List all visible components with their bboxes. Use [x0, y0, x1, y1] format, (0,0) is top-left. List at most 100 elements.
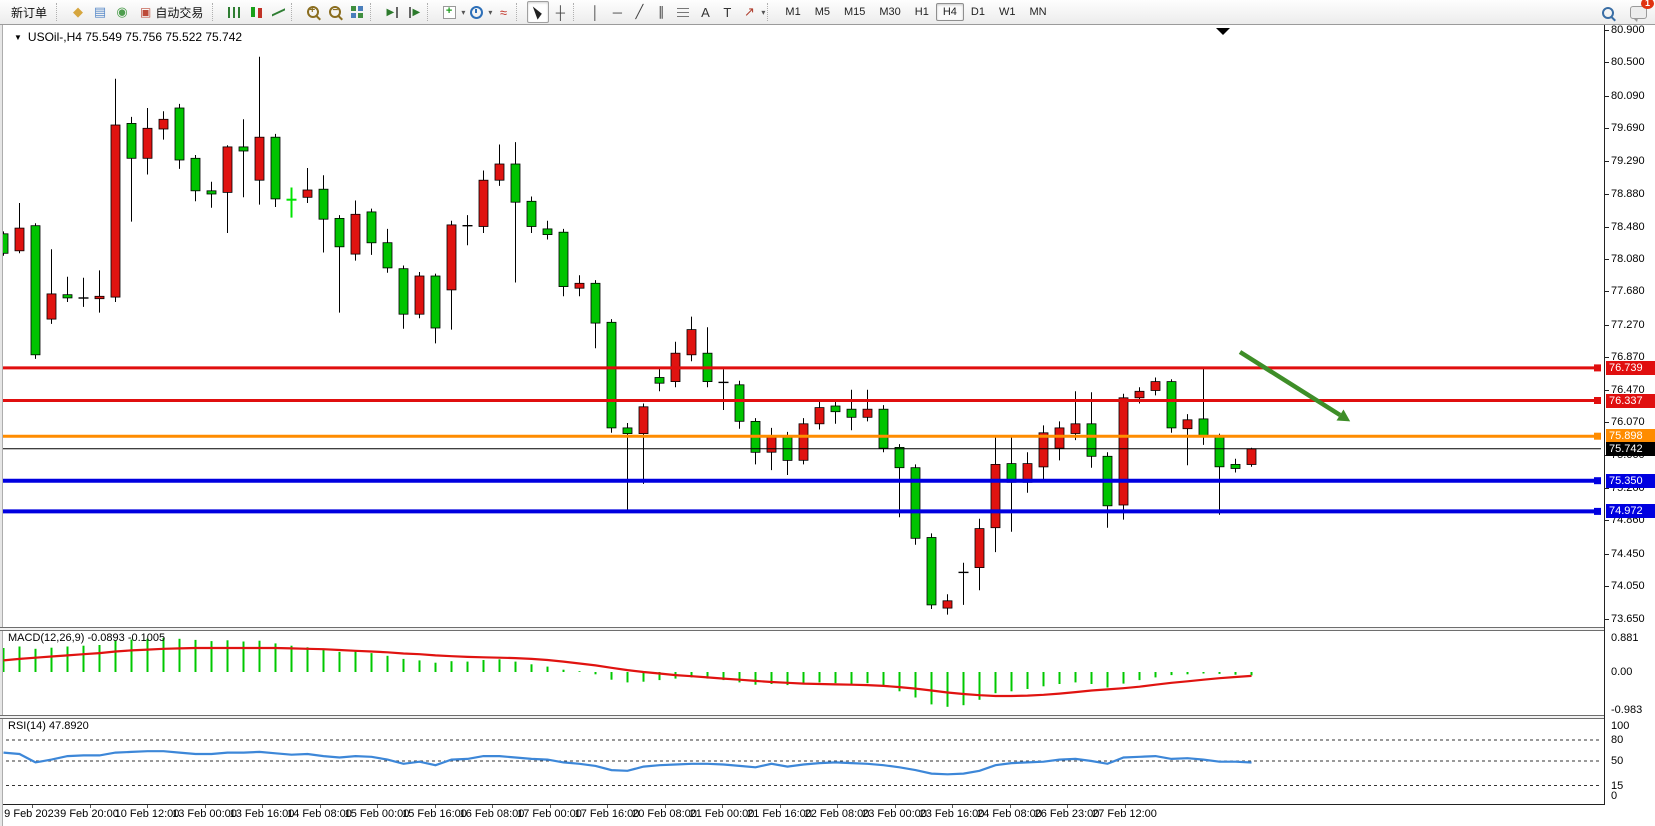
text-label-icon[interactable]: T — [716, 1, 738, 23]
trendline-icon[interactable]: ╱ — [628, 1, 650, 23]
dropdown-caret-icon[interactable]: ▾ — [761, 8, 765, 17]
time-label: 9 Feb 20:00 — [60, 808, 119, 820]
candlestick-chart-icon[interactable] — [245, 1, 267, 23]
axis-tick-label: 100 — [1611, 720, 1629, 732]
fibonacci-icon[interactable] — [672, 1, 694, 23]
time-label: 14 Feb 08:00 — [287, 808, 352, 820]
axis-tick-label: 74.450 — [1611, 548, 1645, 560]
zoom-in-icon[interactable] — [302, 1, 324, 23]
axis-tick-label: 0.881 — [1611, 632, 1639, 644]
toolbar-separator — [427, 3, 434, 21]
toolbar-separator — [767, 3, 774, 21]
zoom-out-icon[interactable] — [324, 1, 346, 23]
axis-tick-label: -0.983 — [1611, 704, 1642, 716]
time-label: 23 Feb 16:00 — [920, 808, 985, 820]
line-chart-icon[interactable] — [267, 1, 289, 23]
window-left-border — [0, 25, 3, 826]
new-chart-icon[interactable] — [438, 1, 460, 23]
macd-label: MACD(12,26,9) -0.0893 -0.1005 — [8, 632, 165, 644]
price-line-badge: 75.742 — [1606, 442, 1655, 456]
auto-trading-icon: ▣ — [140, 5, 151, 19]
timeframe-button-mn[interactable]: MN — [1022, 3, 1053, 21]
axis-tick-label: 0 — [1611, 790, 1617, 802]
time-label: 13 Feb 16:00 — [230, 808, 295, 820]
timeframe-button-m5[interactable]: M5 — [808, 3, 837, 21]
time-label: 15 Feb 16:00 — [402, 808, 467, 820]
time-axis-line — [0, 804, 1605, 805]
auto-scroll-icon[interactable]: ▶ — [381, 1, 403, 23]
axis-tick-label: 80 — [1611, 734, 1623, 746]
time-label: 10 Feb 12:00 — [115, 808, 180, 820]
time-label: 15 Feb 00:00 — [345, 808, 410, 820]
chart-shift-icon[interactable]: ▶ — [403, 1, 425, 23]
button-label: 新订单 — [11, 4, 47, 21]
equidistant-channel-icon[interactable]: ∥ — [650, 1, 672, 23]
chart-title[interactable]: ▼ USOil-,H4 75.549 75.756 75.522 75.742 — [14, 30, 242, 44]
time-label: 9 Feb 2023 — [4, 808, 60, 820]
axis-tick-label: 78.480 — [1611, 221, 1645, 233]
time-label: 27 Feb 12:00 — [1092, 808, 1157, 820]
market-watch-icon[interactable]: ◆ — [67, 1, 89, 23]
arrows-icon[interactable]: ↗ — [738, 1, 760, 23]
button-label: 自动交易 — [155, 4, 203, 21]
arrow-annotation[interactable] — [1240, 352, 1350, 421]
timeframe-button-m15[interactable]: M15 — [837, 3, 872, 21]
crosshair-icon[interactable]: ┼ — [549, 1, 571, 23]
chat-notifications-icon[interactable]: 1 — [1627, 2, 1649, 24]
axis-tick-label: 0.00 — [1611, 666, 1632, 678]
timeframe-button-m1[interactable]: M1 — [778, 3, 807, 21]
text-icon[interactable]: A — [694, 1, 716, 23]
price-line-badge: 74.972 — [1606, 504, 1655, 518]
signals-icon[interactable]: ◉ — [111, 1, 133, 23]
candles — [0, 57, 1256, 615]
chart-window-icon[interactable]: ▤ — [89, 1, 111, 23]
price-line-badge: 76.337 — [1606, 394, 1655, 408]
time-label: 20 Feb 08:00 — [632, 808, 697, 820]
bar-chart-icon[interactable] — [223, 1, 245, 23]
rsi-indicator-pane[interactable] — [0, 718, 1604, 804]
timeframe-button-h4[interactable]: H4 — [936, 3, 964, 21]
toolbar-separator — [56, 3, 63, 21]
cursor-icon[interactable] — [527, 1, 549, 23]
toolbar-separator — [573, 3, 580, 21]
rsi-level-lines — [0, 740, 1601, 786]
pane-splitter[interactable] — [0, 627, 1604, 631]
toolbar: 新订单◆▤◉▣自动交易▶▶▾▾≈┼│─╱∥AT↗▾M1M5M15M30H1H4D… — [0, 0, 1655, 25]
axis-tick-label: 73.650 — [1611, 613, 1645, 625]
time-label: 21 Feb 00:00 — [690, 808, 755, 820]
timeframe-button-w1[interactable]: W1 — [992, 3, 1023, 21]
horizontal-line-icon[interactable]: ─ — [606, 1, 628, 23]
main-chart-pane[interactable] — [0, 25, 1604, 628]
toolbar-separator — [291, 3, 298, 21]
timeframe-button-h1[interactable]: H1 — [908, 3, 936, 21]
pane-splitter[interactable] — [0, 715, 1604, 719]
axis-tick-label: 50 — [1611, 755, 1623, 767]
axis-tick-label: 74.050 — [1611, 580, 1645, 592]
chart-shift-marker-icon[interactable] — [1216, 28, 1230, 35]
vertical-line-icon[interactable]: │ — [584, 1, 606, 23]
axis-tick-label: 78.880 — [1611, 188, 1645, 200]
time-label: 17 Feb 16:00 — [575, 808, 640, 820]
collapse-triangle-icon[interactable]: ▼ — [14, 33, 22, 42]
axis-tick-label: 80.900 — [1611, 24, 1645, 36]
price-line-badge: 75.350 — [1606, 474, 1655, 488]
tile-windows-icon[interactable] — [346, 1, 368, 23]
chart-title-text: USOil-,H4 75.549 75.756 75.522 75.742 — [28, 30, 242, 44]
indicators-icon[interactable]: ≈ — [492, 1, 514, 23]
new-order-button[interactable]: 新订单 — [4, 1, 54, 24]
macd-indicator-pane[interactable] — [0, 630, 1604, 715]
price-axis-line — [1604, 25, 1605, 804]
price-line-badge: 76.739 — [1606, 361, 1655, 375]
timeframe-button-m30[interactable]: M30 — [872, 3, 907, 21]
time-label: 23 Feb 00:00 — [862, 808, 927, 820]
time-label: 17 Feb 00:00 — [517, 808, 582, 820]
time-label: 22 Feb 08:00 — [805, 808, 870, 820]
time-label: 26 Feb 23:00 — [1035, 808, 1100, 820]
profiles-clock-icon[interactable] — [465, 1, 487, 23]
axis-tick-label: 77.680 — [1611, 285, 1645, 297]
rsi-line — [4, 751, 1252, 774]
auto-trading-button[interactable]: ▣ 自动交易 — [133, 1, 210, 24]
timeframe-button-d1[interactable]: D1 — [964, 3, 992, 21]
rsi-label: RSI(14) 47.8920 — [8, 720, 89, 732]
search-icon[interactable] — [1597, 2, 1619, 24]
